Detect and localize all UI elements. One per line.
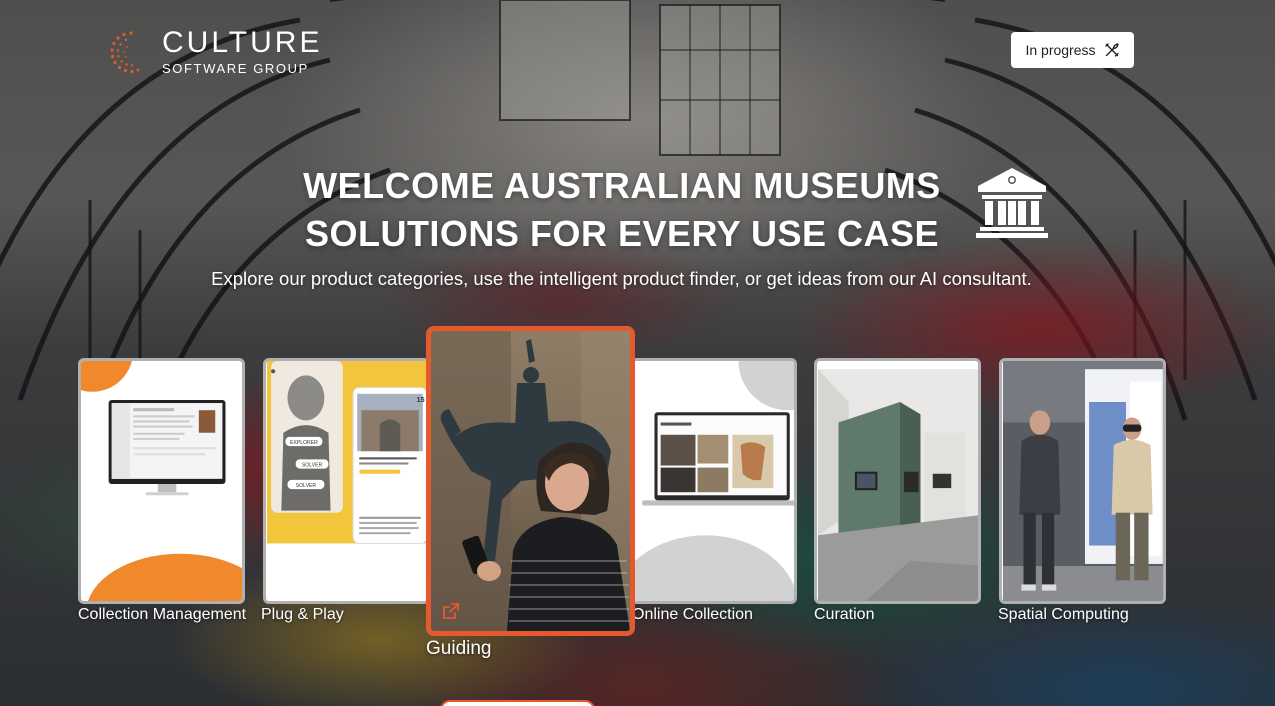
curation-image — [817, 361, 978, 601]
logo-dots-icon — [110, 30, 140, 73]
plugplay-button-1: EXPLORER — [290, 440, 318, 446]
card-label-curation[interactable]: Curation — [814, 606, 874, 624]
card-label-online-collection[interactable]: Online Collection — [632, 606, 753, 624]
plugplay-date: 15 — [417, 396, 425, 404]
card-curation[interactable] — [814, 358, 981, 604]
hero-subtitle: Explore our product categories, use the … — [211, 268, 1032, 289]
brand-title: CULTURE — [162, 26, 323, 59]
card-plug-and-play[interactable]: EXPLORER SOLVER SOLVER 15 — [263, 358, 430, 604]
museum-icon — [976, 168, 1048, 238]
collection-management-image — [81, 361, 242, 601]
hero-title-line2: SOLUTIONS FOR EVERY USE CASE — [304, 213, 940, 254]
guiding-image — [431, 331, 630, 631]
brand-logo[interactable]: CULTURE SOFTWARE GROUP — [108, 28, 322, 75]
card-label-spatial-computing[interactable]: Spatial Computing — [998, 606, 1129, 624]
plug-and-play-image: EXPLORER SOLVER SOLVER 15 — [266, 361, 427, 601]
card-collection-management[interactable] — [78, 358, 245, 604]
plugplay-button-3: SOLVER — [296, 483, 317, 489]
in-progress-button[interactable]: In progress — [1011, 32, 1134, 68]
card-guiding[interactable] — [426, 326, 635, 636]
spatial-computing-image — [1002, 361, 1163, 601]
tools-icon — [1104, 43, 1119, 57]
card-label-collection-management[interactable]: Collection Management — [78, 606, 246, 624]
cta-button[interactable] — [440, 700, 595, 706]
card-label-guiding[interactable]: Guiding — [426, 638, 492, 660]
plugplay-button-2: SOLVER — [302, 463, 323, 469]
hero-title-line1: WELCOME AUSTRALIAN MUSEUMS — [303, 165, 941, 206]
brand-subtitle: SOFTWARE GROUP — [162, 61, 309, 76]
external-link-icon[interactable] — [441, 601, 461, 621]
card-online-collection[interactable] — [630, 358, 797, 604]
online-collection-image — [633, 361, 794, 601]
card-label-plug-and-play[interactable]: Plug & Play — [261, 606, 344, 624]
hero-title: WELCOME AUSTRALIAN MUSEUMS SOLUTIONS FOR… — [272, 162, 972, 258]
card-spatial-computing[interactable] — [999, 358, 1166, 604]
status-label: In progress — [1025, 42, 1096, 58]
